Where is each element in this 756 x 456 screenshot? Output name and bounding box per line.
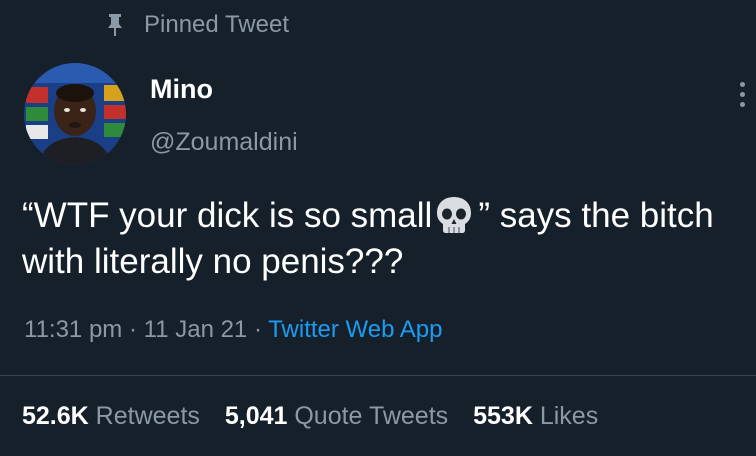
quote-tweets-label: Quote Tweets xyxy=(294,402,449,430)
tweet-text: “WTF your dick is so small ” says the bi… xyxy=(22,193,742,285)
author-handle[interactable]: @Zoumaldini xyxy=(150,128,298,157)
tweet-date[interactable]: 11 Jan 21 xyxy=(144,316,248,343)
quote-tweets-stat[interactable]: 5,041 Quote Tweets xyxy=(225,402,448,430)
retweets-count: 52.6K xyxy=(22,402,89,430)
quote-tweets-count: 5,041 xyxy=(224,402,288,430)
more-dot-icon xyxy=(739,91,745,97)
more-dot-icon xyxy=(739,81,745,87)
more-dot-icon xyxy=(739,101,745,107)
tweet-meta: 11:31 pm · 11 Jan 21 · Twitter Web App xyxy=(24,316,443,344)
avatar[interactable] xyxy=(24,63,126,165)
pinned-tweet-indicator: Pinned Tweet xyxy=(104,10,289,40)
tweet-stats: 52.6K Retweets 5,041 Quote Tweets 553K L… xyxy=(22,402,616,431)
likes-label: Likes xyxy=(539,402,599,430)
retweets-label: Retweets xyxy=(95,402,200,430)
likes-stat[interactable]: 553K Likes xyxy=(473,402,598,430)
tweet-text-start: “WTF your dick is so small xyxy=(22,196,433,235)
pin-icon xyxy=(104,12,126,38)
author-display-name[interactable]: Mino xyxy=(150,74,213,105)
retweets-stat[interactable]: 52.6K Retweets xyxy=(22,402,200,430)
skull-icon xyxy=(434,195,474,235)
tweet-source-link[interactable]: Twitter Web App xyxy=(268,316,442,343)
divider xyxy=(0,375,756,376)
meta-separator: · xyxy=(128,316,137,343)
pinned-label: Pinned Tweet xyxy=(144,11,289,38)
more-options-button[interactable] xyxy=(729,78,755,110)
likes-count: 553K xyxy=(473,402,533,430)
tweet-time[interactable]: 11:31 pm xyxy=(24,316,122,343)
meta-separator: · xyxy=(253,316,262,343)
